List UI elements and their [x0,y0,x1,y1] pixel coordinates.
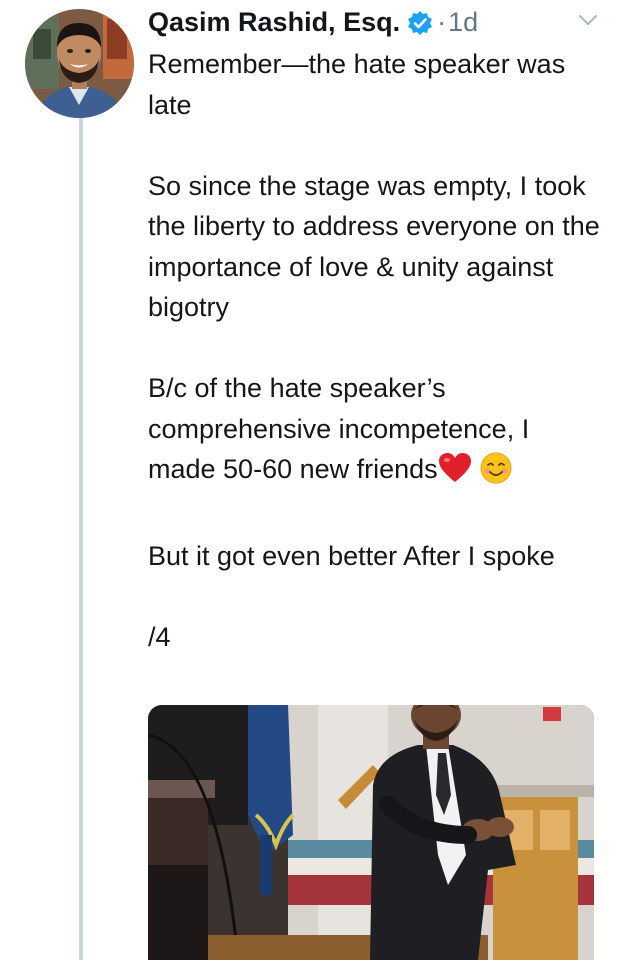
tweet-media-photo[interactable] [148,705,594,960]
tweet-paragraph: So since the stage was empty, I took the… [148,170,608,323]
tweet-paragraph: But it got even better After I spoke [148,541,555,571]
tweet-paragraph: Remember—the hate speaker was late [148,49,573,120]
tweet-paragraph: B/c of the hate speaker’s comprehensive … [148,368,603,496]
avatar-photo [25,9,134,118]
verified-badge-icon [407,10,433,36]
tweet-header: Qasim Rashid, Esq. · 1d [148,2,478,42]
author-display-name[interactable]: Qasim Rashid, Esq. [148,7,400,38]
header-separator: · [437,6,447,37]
tweet-timestamp[interactable]: 1d [448,7,478,38]
avatar[interactable] [25,9,134,118]
red-heart-emoji-icon [438,452,472,496]
thread-connector-line [79,118,83,960]
tweet-text: Remember—the hate speaker was late So si… [148,44,603,698]
tweet-paragraph-text: B/c of the hate speaker’s comprehensive … [148,373,537,484]
stage-photo-image [148,705,594,960]
smiling-face-emoji-icon [480,452,512,496]
chevron-down-icon[interactable] [575,10,601,30]
tweet-paragraph: /4 [148,622,171,652]
